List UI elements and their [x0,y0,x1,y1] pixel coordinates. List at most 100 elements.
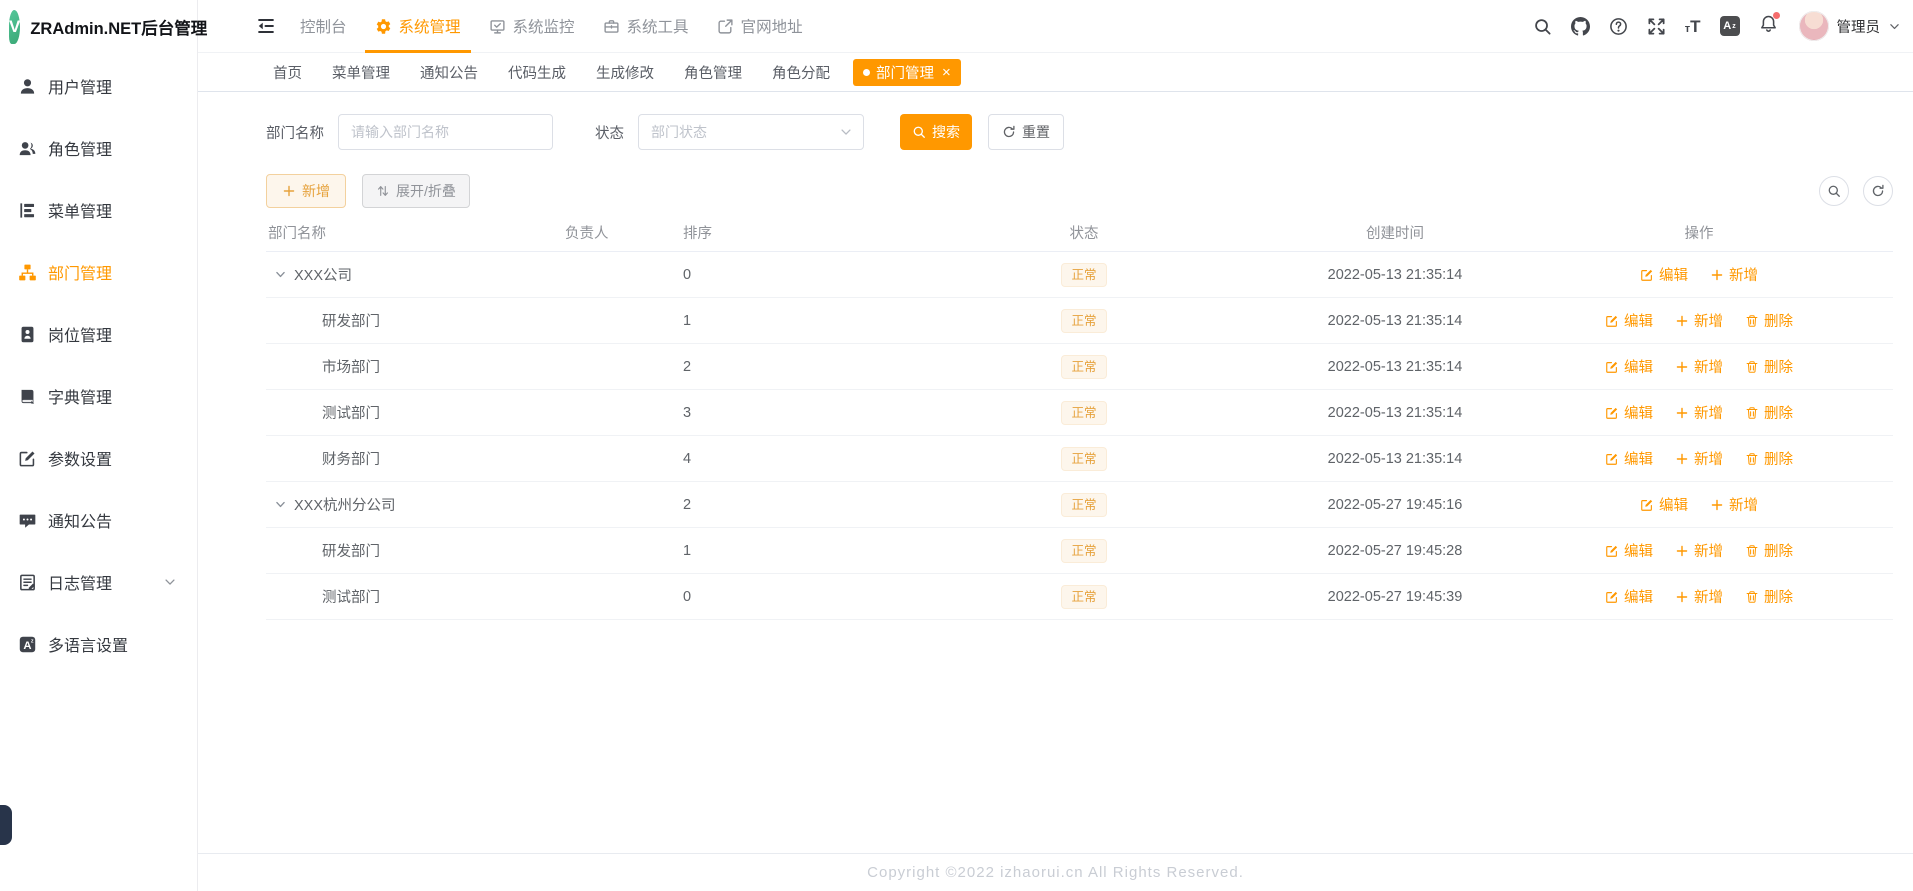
add-action-button[interactable]: 新增 [1675,356,1723,377]
add-action-button[interactable]: 新增 [1675,586,1723,607]
column-header-sort: 排序 [683,226,712,242]
nav-item-monitor[interactable]: 系统监控 [475,0,589,52]
tab-depts[interactable]: 部门管理 × [853,58,961,86]
nav-item-website[interactable]: 官网地址 [703,0,817,52]
edit-action-button[interactable]: 编辑 [1640,264,1688,285]
status-label: 状态 [595,125,624,142]
edit-action-button[interactable]: 编辑 [1605,310,1653,331]
trash-icon [1745,544,1759,558]
log-icon [18,573,37,592]
edit-square-icon [18,449,37,468]
notification-dot [1772,12,1780,19]
delete-action-button[interactable]: 删除 [1745,448,1793,469]
status-select[interactable]: 部门状态 [638,114,864,150]
add-action-button[interactable]: 新增 [1710,264,1758,285]
column-header-actions: 操作 [1684,226,1714,242]
caret-down-icon[interactable] [274,268,287,281]
table-row: 研发部门 1 正常 2022-05-13 21:35:14 编辑 新增 删除 [266,298,1893,344]
edit-action-button[interactable]: 编辑 [1605,402,1653,423]
edit-action-button[interactable]: 编辑 [1605,586,1653,607]
search-button[interactable]: 搜索 [900,114,972,150]
delete-action-button[interactable]: 删除 [1745,586,1793,607]
add-action-button[interactable]: 新增 [1675,448,1723,469]
edit-icon [1640,268,1654,282]
nav-item-system[interactable]: 系统管理 [361,0,475,53]
help-icon[interactable] [1609,17,1628,36]
edit-icon [1640,498,1654,512]
theme-drawer-handle[interactable] [0,805,12,845]
delete-action-button[interactable]: 删除 [1745,310,1793,331]
sidebar-item-posts[interactable]: 岗位管理 [0,303,197,365]
reset-button[interactable]: 重置 [988,114,1064,150]
tab-home[interactable]: 首页 [258,62,317,83]
active-tab-dot [863,68,870,76]
edit-action-button[interactable]: 编辑 [1605,540,1653,561]
sidebar-item-depts[interactable]: 部门管理 [0,241,197,303]
add-action-button[interactable]: 新增 [1675,310,1723,331]
add-action-button[interactable]: 新增 [1675,540,1723,561]
tab-genedit[interactable]: 生成修改 [581,62,669,83]
font-size-icon[interactable]: тT [1685,18,1701,35]
logo-row: V ZRAdmin.NET后台管理 [0,0,207,53]
actions-cell: 编辑 新增 [1505,494,1893,515]
sidebar-fold-icon[interactable] [256,16,276,36]
actions-cell: 编辑 新增 删除 [1505,540,1893,561]
toggle-search-button[interactable] [1819,176,1849,206]
add-action-button[interactable]: 新增 [1710,494,1758,515]
action-label: 删除 [1764,406,1793,422]
expand-collapse-button[interactable]: 展开/折叠 [362,174,470,208]
notifications-button[interactable] [1759,12,1780,38]
add-button[interactable]: 新增 [266,174,346,208]
sidebar-item-menus[interactable]: 菜单管理 [0,179,197,241]
nav-item-tools[interactable]: 系统工具 [589,0,703,52]
tab-notices[interactable]: 通知公告 [405,62,493,83]
delete-action-button[interactable]: 删除 [1745,402,1793,423]
sidebar-item-logs[interactable]: 日志管理 [0,551,197,613]
edit-action-button[interactable]: 编辑 [1640,494,1688,515]
status-badge: 正常 [1061,584,1107,609]
table-row: 研发部门 1 正常 2022-05-27 19:45:28 编辑 新增 删除 [266,528,1893,574]
nav-item-console[interactable]: 控制台 [286,0,361,52]
status-badge: 正常 [1061,262,1107,287]
page-content: 部门名称 状态 部门状态 搜索 重置 新增 [198,92,1913,891]
tab-codegen[interactable]: 代码生成 [493,62,581,83]
github-icon[interactable] [1570,16,1590,36]
fullscreen-icon[interactable] [1647,17,1666,36]
action-label: 新增 [1694,314,1723,330]
edit-action-button[interactable]: 编辑 [1605,448,1653,469]
sidebar-item-i18n[interactable]: Az 多语言设置 [0,613,197,675]
sidebar-item-label: 部门管理 [48,266,113,283]
delete-action-button[interactable]: 删除 [1745,356,1793,377]
column-header-manager: 负责人 [565,226,609,242]
sidebar-item-notices[interactable]: 通知公告 [0,489,197,551]
trash-icon [1745,314,1759,328]
status-badge: 正常 [1061,492,1107,517]
delete-action-button[interactable]: 删除 [1745,540,1793,561]
sidebar-item-users[interactable]: 用户管理 [0,55,197,117]
page-tabs-bar: 首页 菜单管理 通知公告 代码生成 生成修改 角色管理 角色分配 部门管理 × [198,53,1913,92]
trash-icon [1745,360,1759,374]
close-icon[interactable]: × [942,65,951,80]
menu-tree-icon [18,201,37,220]
tab-roleassign[interactable]: 角色分配 [757,62,845,83]
tab-menus[interactable]: 菜单管理 [317,62,405,83]
sidebar-item-roles[interactable]: 角色管理 [0,117,197,179]
plus-icon [1710,498,1724,512]
refresh-table-button[interactable] [1863,176,1893,206]
tab-roles[interactable]: 角色管理 [669,62,757,83]
created-cell: 2022-05-13 21:35:14 [1327,404,1463,421]
status-cell: 正常 [883,492,1285,517]
sidebar-item-params[interactable]: 参数设置 [0,427,197,489]
add-action-button[interactable]: 新增 [1675,402,1723,423]
dept-name: XXX公司 [294,268,353,284]
monitor-icon [489,18,506,35]
edit-action-button[interactable]: 编辑 [1605,356,1653,377]
translate-icon[interactable]: Az [1719,16,1740,36]
dept-name-input[interactable] [338,114,553,150]
sort-cell: 0 [683,588,692,605]
action-label: 编辑 [1659,498,1688,514]
sidebar-item-dicts[interactable]: 字典管理 [0,365,197,427]
user-dropdown[interactable]: 管理员 [1798,11,1902,41]
search-icon[interactable] [1533,17,1552,36]
caret-down-icon[interactable] [274,498,287,511]
